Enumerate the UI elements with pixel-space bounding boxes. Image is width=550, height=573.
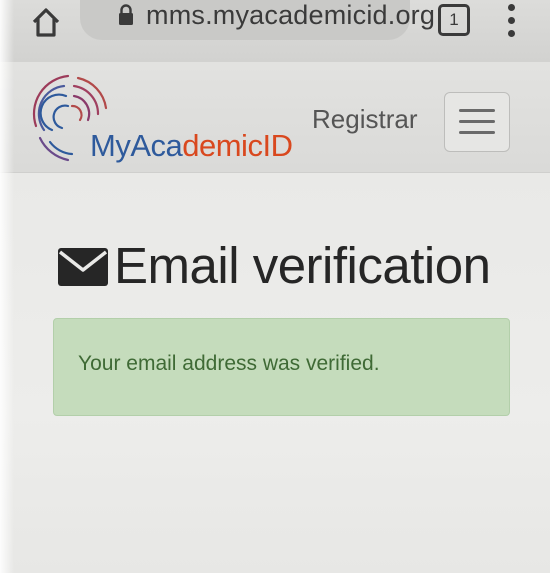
tab-switcher-button[interactable]: 1	[438, 4, 470, 36]
logo-text-id: ID	[262, 128, 293, 163]
screen-edge	[0, 0, 14, 573]
site-logo[interactable]: MyAcademicID	[90, 128, 293, 164]
logo-text-demic: demic	[182, 128, 263, 163]
logo-text-my: MyAca	[90, 128, 183, 163]
hamburger-menu-button[interactable]	[444, 92, 510, 152]
lock-icon	[119, 4, 133, 25]
envelope-icon	[58, 248, 108, 286]
url-text[interactable]: mms.myacademicid.org	[146, 0, 435, 31]
alert-message: Your email address was verified.	[78, 352, 380, 375]
registrar-label: Registrar	[312, 104, 418, 134]
vertical-dots-icon[interactable]	[505, 4, 517, 40]
home-icon[interactable]	[30, 6, 62, 38]
page-title: Email verification	[114, 237, 491, 294]
